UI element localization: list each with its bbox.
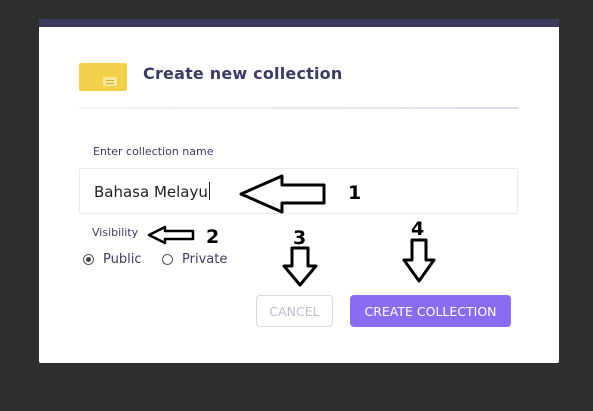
visibility-label: Visibility [92,226,139,239]
dialog-top-bar [39,19,559,27]
annotation-arrow-left-icon [239,174,326,214]
radio-unselected-icon [162,254,173,265]
annotation-number-4: 4 [411,218,425,240]
annotation-number-2: 2 [206,226,220,248]
annotation-arrow-down-icon [402,238,436,283]
collection-name-label: Enter collection name [93,145,214,158]
visibility-private-radio[interactable]: Private [162,252,227,267]
create-collection-button[interactable]: CREATE COLLECTION [350,295,511,327]
annotation-arrow-left-small-icon [147,225,195,245]
annotation-number-1: 1 [348,182,362,204]
dialog-title: Create new collection [143,64,343,83]
radio-label-public: Public [103,252,142,267]
header-divider [79,107,519,109]
visibility-public-radio[interactable]: Public [83,252,141,267]
radio-label-private: Private [182,252,228,267]
cancel-button[interactable]: CANCEL [256,295,333,327]
annotation-arrow-down-icon [282,246,318,287]
collection-folder-icon [79,63,127,91]
collection-name-value: Bahasa Melayu [94,182,210,201]
text-caret [208,182,210,200]
radio-selected-icon [83,254,94,265]
